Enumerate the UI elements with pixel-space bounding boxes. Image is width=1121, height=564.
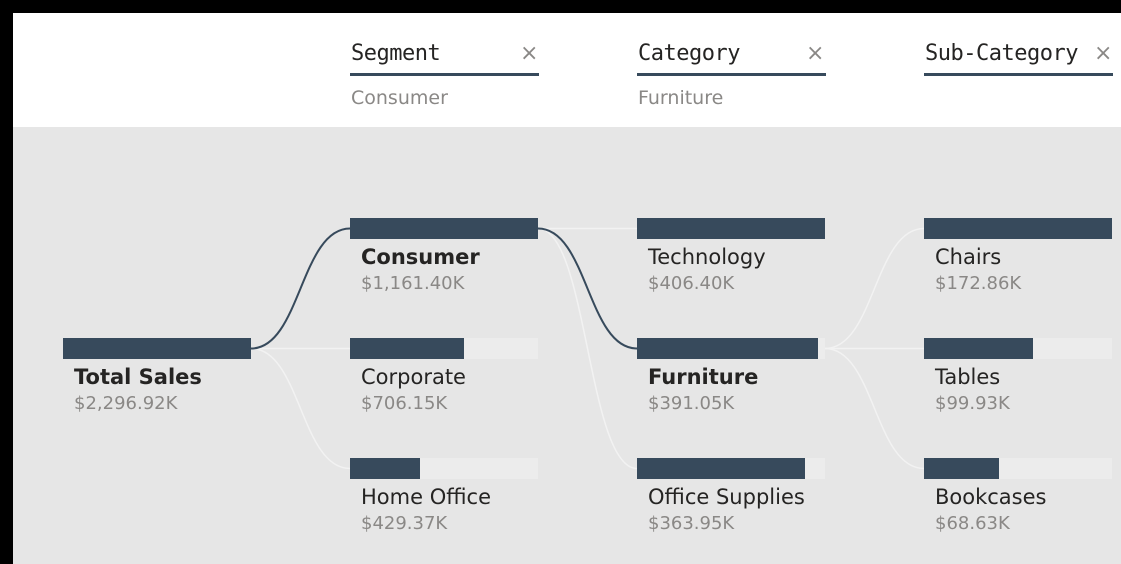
node-technology-bar-track [637,218,825,239]
node-corporate-label: Corporate [361,365,466,389]
link-sub-category-chairs [824,227,925,350]
node-tables-label: Tables [935,365,1001,389]
node-total-sales-bar [63,338,251,359]
link-segment-consumer [250,227,351,350]
decomposition-tree-visual: Segment × Consumer Category × Furniture … [13,13,1121,564]
node-total-sales-label: Total Sales [74,365,202,389]
node-home-office-label: Home Office [361,485,491,509]
node-consumer-value: $1,161.40K [361,273,465,294]
node-technology-value: $406.40K [648,273,735,294]
link-category-furniture [537,227,638,350]
node-technology-label: Technology [648,245,766,269]
node-consumer-bar [350,218,538,239]
node-furniture-bar-track [637,338,825,359]
node-bookcases-value: $68.63K [935,513,1010,534]
link-sub-category-bookcases [824,347,925,470]
node-consumer-label: Consumer [361,245,480,269]
node-tables-value: $99.93K [935,393,1010,414]
node-office-supplies-bar [637,458,805,479]
node-furniture-label: Furniture [648,365,759,389]
node-furniture-value: $391.05K [648,393,735,414]
node-tables-bar-track [924,338,1112,359]
node-office-supplies-value: $363.95K [648,513,735,534]
node-furniture-bar [637,338,818,359]
node-bookcases-label: Bookcases [935,485,1047,509]
node-tables-bar [924,338,1033,359]
node-total-sales-bar-track [63,338,251,359]
node-consumer-bar-track [350,218,538,239]
node-home-office-bar [350,458,420,479]
node-office-supplies-label: Office Supplies [648,485,805,509]
link-category-office-supplies [537,227,638,470]
node-chairs-bar-track [924,218,1112,239]
node-technology-bar [637,218,825,239]
node-home-office-bar-track [350,458,538,479]
node-chairs-value: $172.86K [935,273,1022,294]
node-bookcases-bar-track [924,458,1112,479]
node-corporate-bar [350,338,464,359]
node-corporate-value: $706.15K [361,393,448,414]
node-total-sales-value: $2,296.92K [74,393,178,414]
link-segment-home-office [250,347,351,470]
node-chairs-bar [924,218,1112,239]
node-office-supplies-bar-track [637,458,825,479]
node-home-office-value: $429.37K [361,513,448,534]
node-bookcases-bar [924,458,999,479]
node-chairs-label: Chairs [935,245,1002,269]
node-corporate-bar-track [350,338,538,359]
